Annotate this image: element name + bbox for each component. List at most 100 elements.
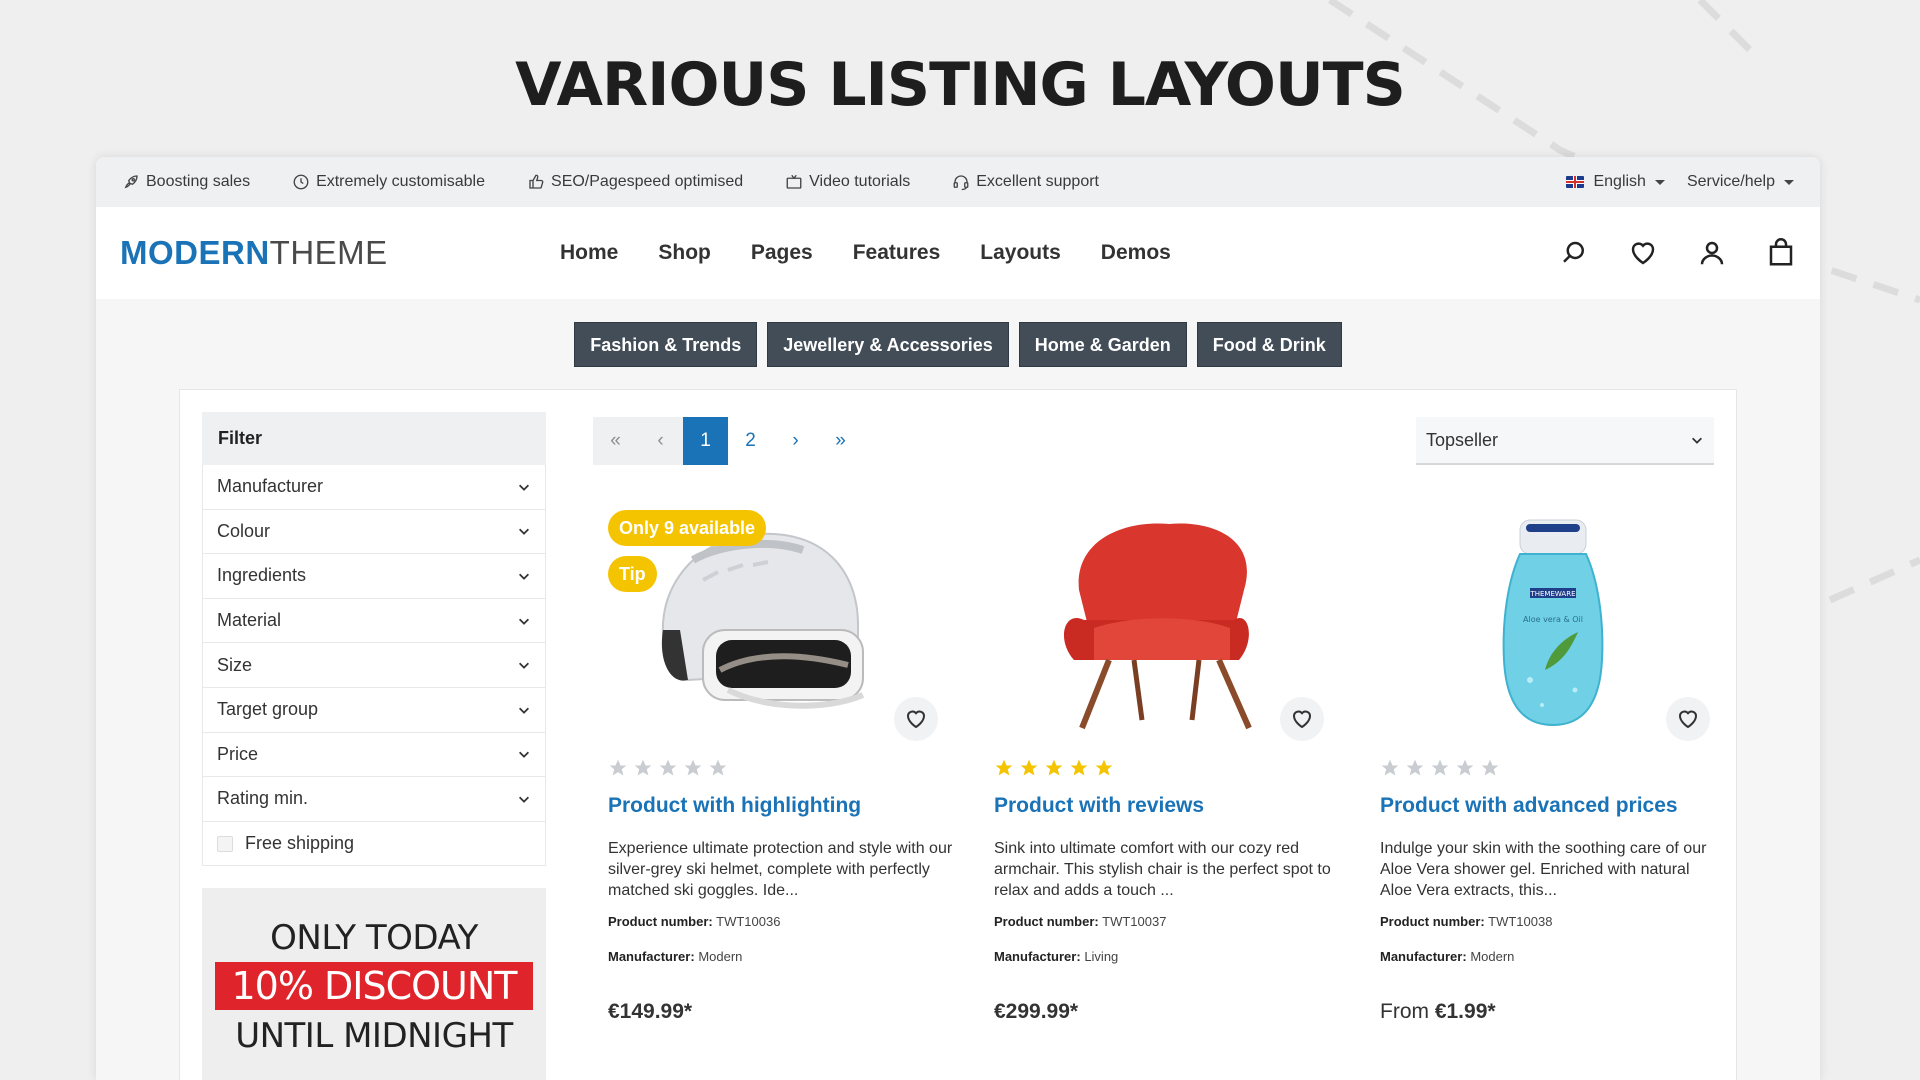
page-button[interactable]: 1 [683, 417, 728, 465]
sort-select[interactable]: Topseller [1416, 417, 1714, 465]
usp-label: Extremely customisable [316, 173, 486, 190]
filter-material[interactable]: Material [202, 598, 546, 644]
price-value: €1.99* [1434, 1000, 1496, 1023]
product-manufacturer: Manufacturer: Modern [1380, 949, 1725, 964]
filter-sidebar: Filter Manufacturer Colour Ingredients M… [202, 412, 546, 1080]
product-number: Product number: TWT10036 [608, 914, 953, 929]
product-grid: Only 9 available Tip Product with highli… [608, 510, 1766, 1024]
promo-line-2: 10% DISCOUNT [215, 962, 533, 1011]
star-icon [684, 759, 702, 776]
filter-target-group[interactable]: Target group [202, 687, 546, 733]
language-dropdown[interactable]: English [1566, 173, 1665, 191]
rating-stars [608, 758, 953, 778]
filter-label: Colour [217, 520, 271, 541]
product-name-link[interactable]: Product with highlighting [608, 794, 953, 818]
last-page-button[interactable]: » [818, 417, 863, 465]
star-icon [1481, 759, 1499, 776]
filter-title: Filter [202, 412, 546, 465]
site-header: MODERNTHEME Home Shop Pages Features Lay… [96, 207, 1820, 299]
product-image-helmet[interactable]: Only 9 available Tip [608, 510, 953, 741]
usp-item: Excellent support [952, 173, 1099, 191]
price-value: €149.99* [608, 1000, 693, 1023]
category-chip[interactable]: Jewellery & Accessories [767, 322, 1009, 367]
product-image-shower-gel[interactable]: THEMEWARE Aloe vera & Oil [1380, 510, 1725, 741]
filter-label: Price [217, 743, 259, 764]
filter-ingredients[interactable]: Ingredients [202, 554, 546, 599]
logo[interactable]: MODERNTHEME [120, 234, 560, 272]
star-icon [1045, 759, 1063, 776]
wishlist-button[interactable] [1280, 697, 1324, 741]
wishlist-button[interactable] [1666, 697, 1710, 741]
free-shipping-checkbox[interactable] [217, 835, 233, 852]
search-icon[interactable] [1559, 238, 1589, 268]
usp-item: Extremely customisable [292, 173, 485, 191]
first-page-button[interactable]: « [593, 417, 638, 465]
filter-manufacturer[interactable]: Manufacturer [202, 465, 546, 510]
nav-pages[interactable]: Pages [751, 241, 813, 265]
product-name-link[interactable]: Product with reviews [994, 794, 1339, 818]
filter-price[interactable]: Price [202, 732, 546, 778]
star-icon [1095, 759, 1113, 776]
service-dropdown[interactable]: Service/help [1687, 173, 1794, 191]
product-manufacturer: Manufacturer: Living [994, 949, 1339, 964]
language-label: English [1593, 173, 1646, 190]
filter-label: Free shipping [245, 833, 355, 854]
product-image-chair[interactable] [994, 510, 1339, 741]
category-chip[interactable]: Food & Drink [1196, 322, 1342, 367]
pagination: « ‹ 1 2 › » [593, 417, 863, 465]
user-icon[interactable] [1697, 238, 1727, 268]
filter-free-shipping[interactable]: Free shipping [202, 821, 546, 867]
nav-features[interactable]: Features [853, 241, 941, 265]
filter-colour[interactable]: Colour [202, 509, 546, 555]
category-chip[interactable]: Fashion & Trends [574, 322, 758, 367]
nav-demos[interactable]: Demos [1101, 241, 1171, 265]
product-card: THEMEWARE Aloe vera & Oil Product with a… [1380, 510, 1725, 1024]
product-number-label: Product number: [1380, 914, 1485, 929]
category-chips: Fashion & Trends Jewellery & Accessories… [96, 322, 1820, 367]
heart-icon [1678, 710, 1698, 729]
caret-down-icon [1784, 179, 1794, 185]
category-chip[interactable]: Home & Garden [1018, 322, 1187, 367]
manufacturer-label: Manufacturer: [1380, 949, 1467, 964]
heart-icon[interactable] [1628, 238, 1658, 268]
star-icon [609, 759, 627, 776]
promo-line-1: ONLY TODAY [270, 918, 478, 959]
star-icon [1431, 759, 1449, 776]
chevron-down-icon [519, 484, 529, 491]
filter-size[interactable]: Size [202, 643, 546, 688]
sort-value: Topseller [1426, 429, 1499, 450]
product-price: €299.99* [994, 1000, 1339, 1024]
filter-rating[interactable]: Rating min. [202, 777, 546, 822]
product-name-link[interactable]: Product with advanced prices [1380, 794, 1725, 818]
chevron-down-icon [519, 529, 529, 536]
manufacturer-label: Manufacturer: [608, 949, 695, 964]
main-nav: Home Shop Pages Features Layouts Demos [560, 241, 1211, 265]
heart-icon [1292, 710, 1312, 729]
manufacturer-value: Modern [1470, 949, 1515, 964]
shopping-bag-icon[interactable] [1766, 238, 1796, 268]
chevron-down-icon [519, 751, 529, 759]
product-price: €149.99* [608, 1000, 953, 1024]
nav-shop[interactable]: Shop [658, 241, 711, 265]
page-button[interactable]: 2 [728, 417, 773, 465]
chevron-down-icon [519, 796, 529, 803]
rating-stars [994, 758, 1339, 778]
nav-layouts[interactable]: Layouts [980, 241, 1061, 265]
usp-label: Excellent support [976, 173, 1099, 190]
chevron-down-icon [519, 573, 529, 580]
star-icon [659, 759, 677, 776]
prev-page-button[interactable]: ‹ [638, 417, 683, 465]
chevron-down-icon [1692, 437, 1702, 444]
filter-label: Manufacturer [217, 476, 324, 497]
top-bar: Boosting sales Extremely customisable SE… [96, 157, 1820, 207]
nav-home[interactable]: Home [560, 241, 618, 265]
product-number-value: TWT10038 [1488, 914, 1553, 929]
stock-badge: Only 9 available [608, 510, 767, 546]
caret-down-icon [1654, 179, 1665, 185]
promo-banner[interactable]: ONLY TODAY 10% DISCOUNT UNTIL MIDNIGHT [202, 888, 546, 1080]
price-prefix: From [1380, 1000, 1435, 1023]
next-page-button[interactable]: › [773, 417, 818, 465]
usp-label: Video tutorials [809, 173, 911, 190]
product-number: Product number: TWT10037 [994, 914, 1339, 929]
wishlist-button[interactable] [894, 697, 938, 741]
